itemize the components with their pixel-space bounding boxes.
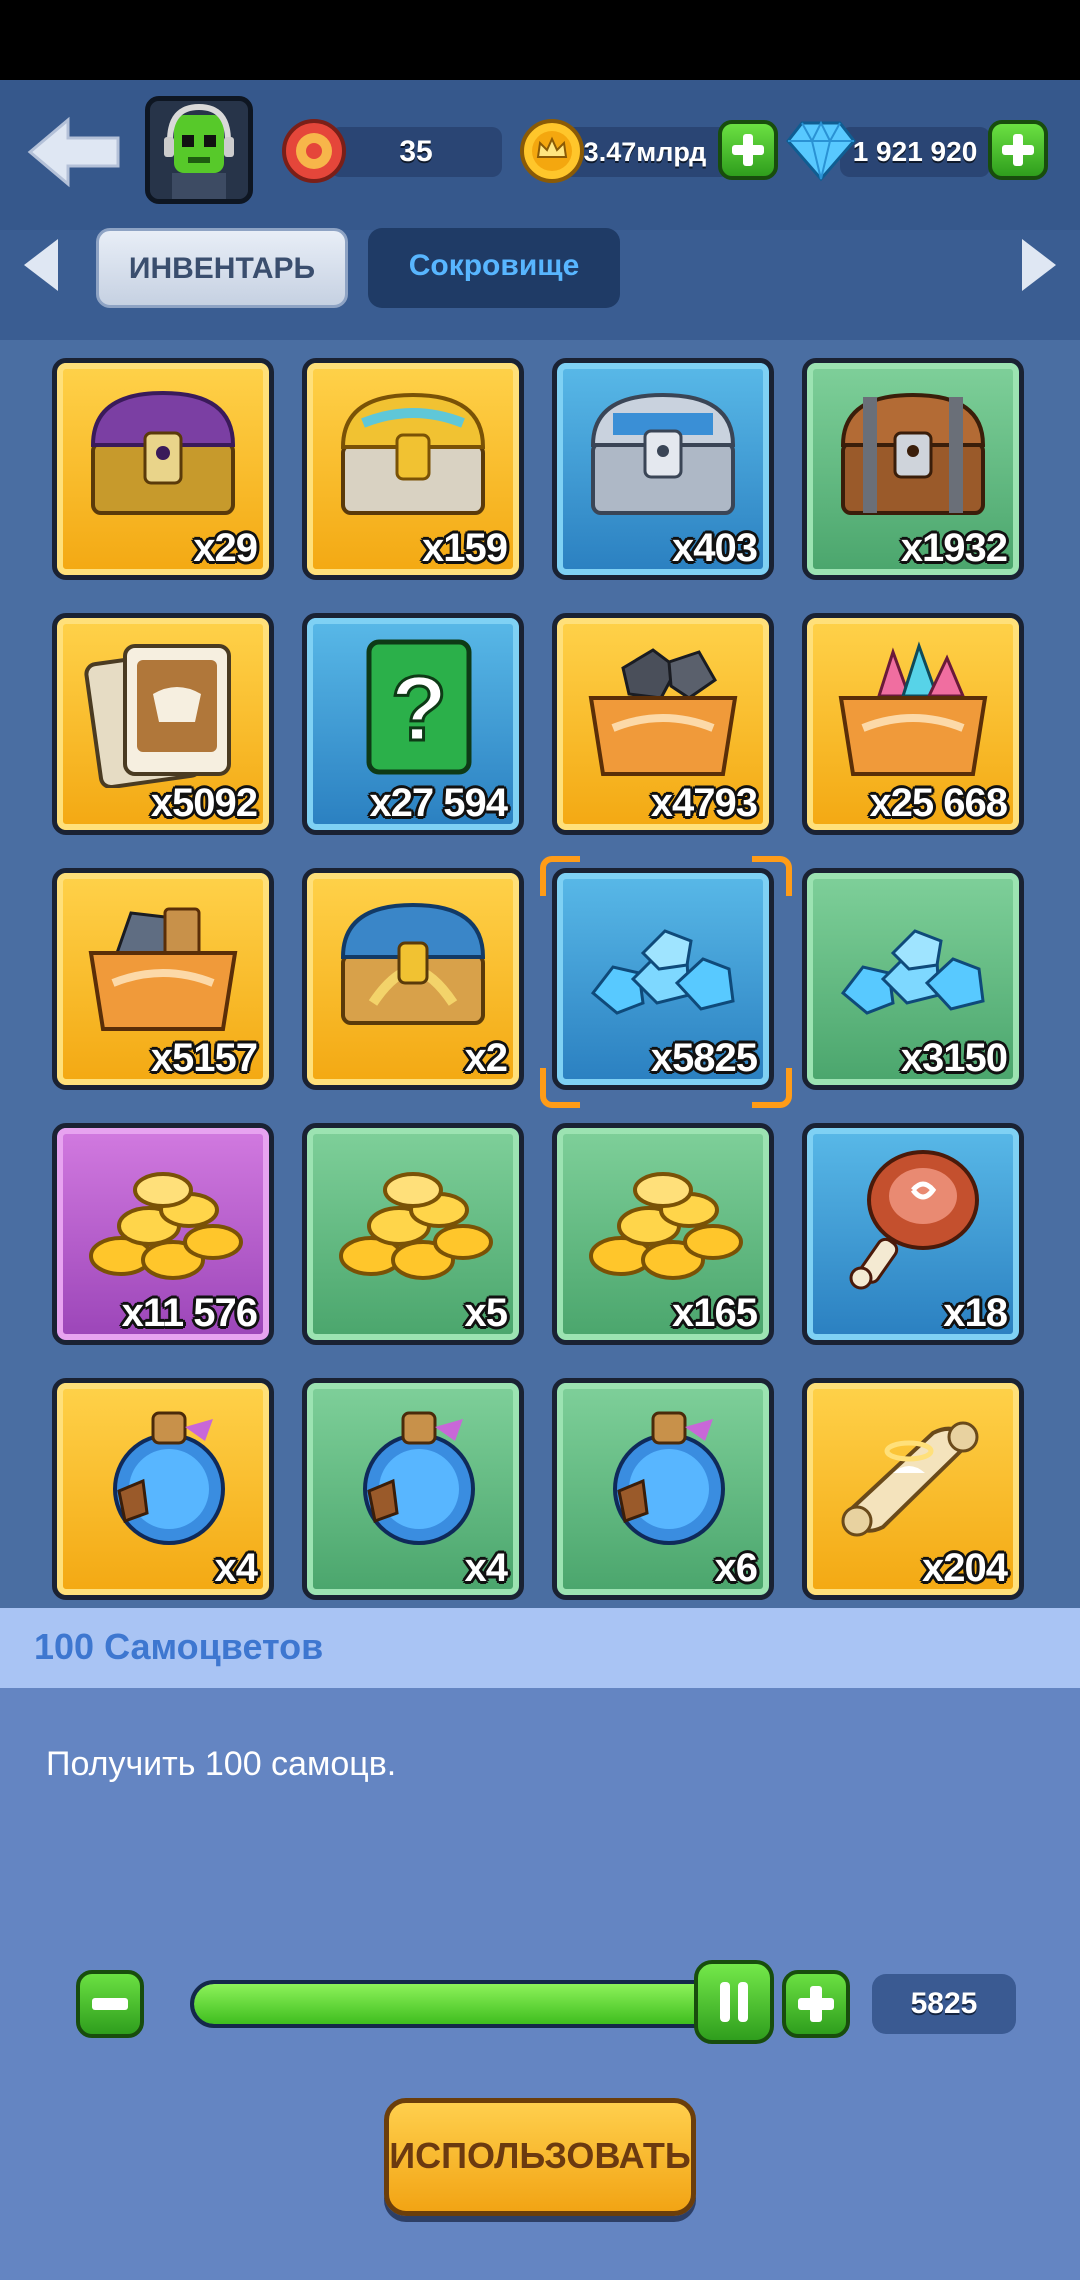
- decrease-quantity-button[interactable]: [76, 1970, 144, 2038]
- item-quantity: x29: [193, 526, 258, 570]
- inventory-item[interactable]: x159: [302, 358, 524, 580]
- inventory-item-selected[interactable]: x5825: [552, 868, 774, 1090]
- inventory-item[interactable]: x4: [52, 1378, 274, 1600]
- item-quantity: x25 668: [869, 781, 1008, 825]
- silver-chest-icon: [590, 392, 736, 515]
- item-quantity: x5: [464, 1291, 508, 1335]
- item-quantity: x18: [943, 1291, 1008, 1335]
- quantity-slider-fill: [194, 1984, 746, 2024]
- selected-quantity: 5825: [872, 1974, 1016, 2034]
- item-quantity: x27 594: [369, 781, 508, 825]
- tab-inventory[interactable]: ИНВЕНТАРЬ: [96, 228, 348, 308]
- inventory-item[interactable]: x6: [552, 1378, 774, 1600]
- gold-coins-icon: [339, 1172, 493, 1280]
- item-quantity: x6: [714, 1546, 758, 1590]
- item-quantity: x5825: [650, 1036, 758, 1080]
- item-quantity: x5157: [150, 1036, 258, 1080]
- inventory-item[interactable]: ? x27 594: [302, 613, 524, 835]
- meat-icon: [849, 1150, 979, 1290]
- inventory-item[interactable]: x5092: [52, 613, 274, 835]
- laurel-chest-icon: [340, 902, 486, 1025]
- hero-card-icon: [84, 644, 231, 788]
- back-arrow-icon[interactable]: [24, 112, 124, 192]
- item-detail-header: 100 Самоцветов: [0, 1608, 1080, 1688]
- selection-corner: [540, 1068, 580, 1108]
- tab-prev-arrow-icon[interactable]: [18, 235, 62, 295]
- inventory-item[interactable]: x5: [302, 1123, 524, 1345]
- inventory-item[interactable]: x2: [302, 868, 524, 1090]
- tab-treasure[interactable]: Сокровище: [368, 228, 620, 308]
- scroll-icon: [841, 1421, 979, 1537]
- player-avatar[interactable]: [145, 96, 253, 204]
- item-quantity: x2: [464, 1036, 508, 1080]
- add-gold-button[interactable]: [718, 120, 778, 180]
- inventory-item[interactable]: x4793: [552, 613, 774, 835]
- inventory-grid: x29 x159 x403 x1932 x5092 ? x27 594 x479…: [0, 340, 1080, 1610]
- item-quantity: x4793: [650, 781, 758, 825]
- gem-icon: [786, 120, 856, 182]
- potion-icon: [363, 1411, 475, 1545]
- gems-pile-icon: [840, 929, 985, 1015]
- dark-ore-crate-icon: [588, 648, 738, 776]
- status-bar: [0, 0, 1080, 80]
- svg-text:?: ?: [391, 658, 447, 760]
- inventory-item[interactable]: x11 576: [52, 1123, 274, 1345]
- level-counter: 35: [330, 127, 502, 177]
- gold-coins-icon: [589, 1172, 743, 1280]
- inventory-item[interactable]: x204: [802, 1378, 1024, 1600]
- inventory-item[interactable]: x25 668: [802, 613, 1024, 835]
- avatar-image: [150, 101, 248, 199]
- gold-coins-icon: [89, 1172, 243, 1280]
- gems-pile-icon: [590, 929, 735, 1015]
- mystery-box-icon: ?: [366, 639, 472, 775]
- inventory-item[interactable]: x18: [802, 1123, 1024, 1345]
- selection-corner: [540, 856, 580, 896]
- pink-crystal-crate-icon: [838, 641, 988, 776]
- stone-wood-crate-icon: [88, 907, 238, 1031]
- potion-icon: [613, 1411, 725, 1545]
- item-quantity: x11 576: [121, 1291, 258, 1335]
- inventory-item[interactable]: x165: [552, 1123, 774, 1345]
- inventory-item[interactable]: x1932: [802, 358, 1024, 580]
- item-quantity: x1932: [900, 526, 1008, 570]
- item-detail-title: 100 Самоцветов: [34, 1626, 324, 1667]
- item-quantity: x3150: [900, 1036, 1008, 1080]
- use-button[interactable]: ИСПОЛЬЗОВАТЬ: [384, 2098, 696, 2216]
- item-quantity: x403: [672, 526, 758, 570]
- item-quantity: x4: [464, 1546, 508, 1590]
- wooden-chest-icon: [840, 392, 986, 515]
- inventory-item[interactable]: x4: [302, 1378, 524, 1600]
- inventory-item[interactable]: x29: [52, 358, 274, 580]
- purple-chest-icon: [90, 390, 236, 515]
- item-quantity: x5092: [150, 781, 258, 825]
- energy-medal-icon: [282, 119, 346, 183]
- tab-next-arrow-icon[interactable]: [1018, 235, 1062, 295]
- add-gems-button[interactable]: [988, 120, 1048, 180]
- selection-corner: [752, 1068, 792, 1108]
- potion-icon: [113, 1411, 225, 1545]
- inventory-item[interactable]: x403: [552, 358, 774, 580]
- gold-crown-coin-icon: [520, 119, 584, 183]
- item-quantity: x204: [922, 1546, 1008, 1590]
- inventory-item[interactable]: x3150: [802, 868, 1024, 1090]
- selection-corner: [752, 856, 792, 896]
- item-quantity: x4: [214, 1546, 258, 1590]
- gems-counter: 1 921 920: [840, 127, 990, 177]
- item-quantity: x165: [672, 1291, 758, 1335]
- increase-quantity-button[interactable]: [782, 1970, 850, 2038]
- quantity-slider-handle[interactable]: [694, 1960, 774, 2044]
- item-quantity: x159: [422, 526, 508, 570]
- golden-chest-icon: [340, 392, 486, 515]
- item-detail-description: Получить 100 самоцв.: [46, 1745, 397, 1783]
- quantity-slider[interactable]: [190, 1980, 750, 2028]
- inventory-item[interactable]: x5157: [52, 868, 274, 1090]
